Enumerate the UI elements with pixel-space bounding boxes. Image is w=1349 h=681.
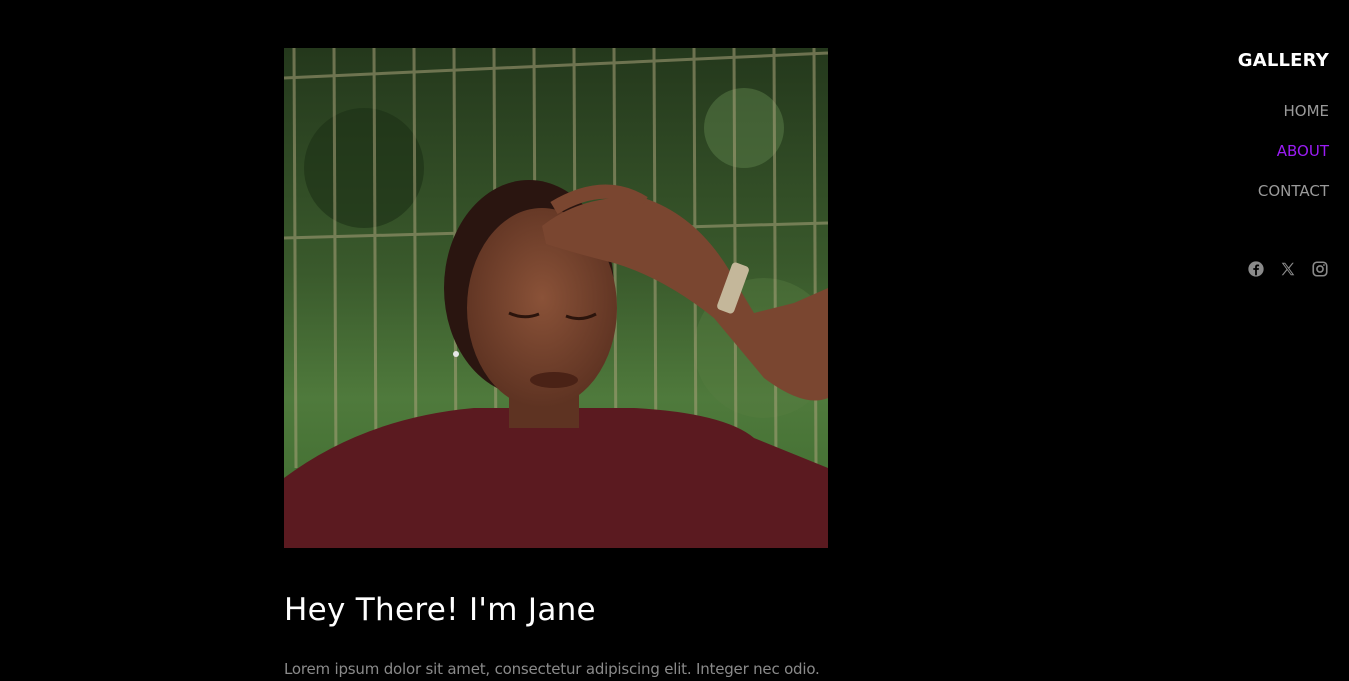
social-links: [1247, 260, 1329, 278]
intro-text: Lorem ipsum dolor sit amet, consectetur …: [284, 660, 820, 678]
nav-about[interactable]: ABOUT: [1089, 142, 1329, 182]
page-heading: Hey There! I'm Jane: [284, 592, 596, 628]
instagram-icon[interactable]: [1311, 260, 1329, 278]
main-nav: HOME ABOUT CONTACT: [1089, 102, 1329, 222]
site-logo[interactable]: GALLERY: [1089, 50, 1329, 71]
portrait-image: [284, 48, 828, 548]
profile-photo: [284, 48, 828, 548]
facebook-icon[interactable]: [1247, 260, 1265, 278]
x-icon[interactable]: [1279, 260, 1297, 278]
nav-home[interactable]: HOME: [1089, 102, 1329, 142]
nav-contact[interactable]: CONTACT: [1089, 182, 1329, 222]
sidebar: GALLERY HOME ABOUT CONTACT: [1089, 48, 1329, 222]
